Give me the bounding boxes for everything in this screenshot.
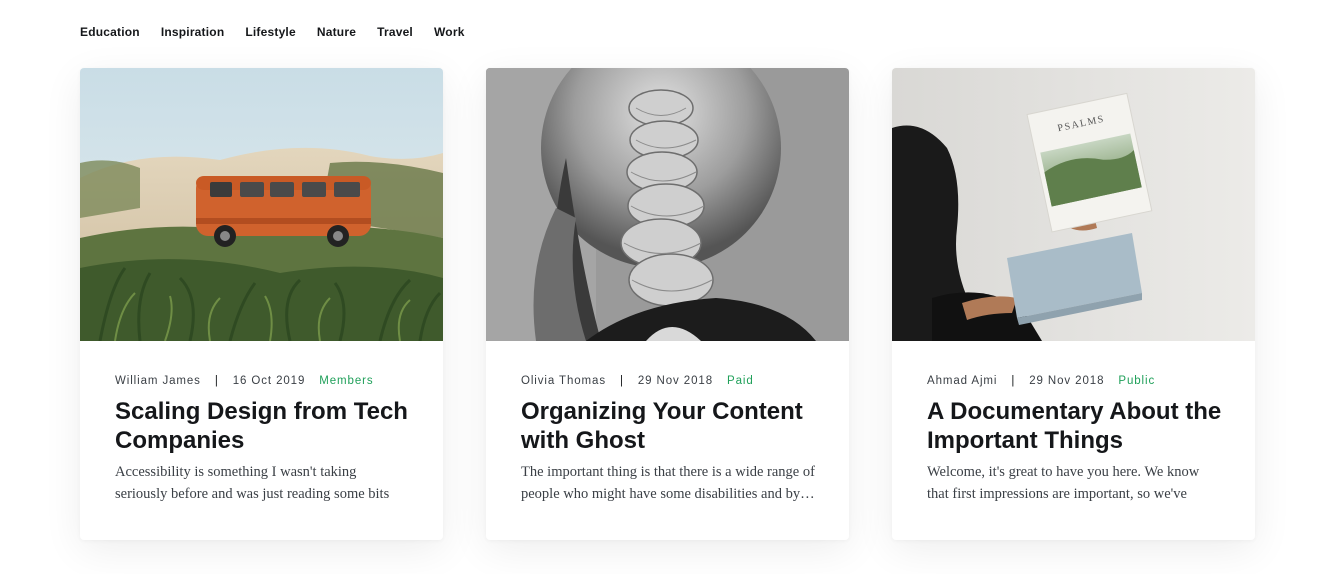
post-meta: Ahmad Ajmi | 29 Nov 2018 Public [927,375,1155,387]
post-visibility-badge: Public [1118,375,1156,387]
tag-navigation: Education Inspiration Lifestyle Nature T… [80,24,465,40]
post-author[interactable]: Olivia Thomas [521,375,606,387]
post-meta: Olivia Thomas | 29 Nov 2018 Paid [521,375,754,387]
post-excerpt: Welcome, it's great to have you here. We… [927,464,1200,502]
post-date: 29 Nov 2018 [637,375,713,387]
post-excerpt: The important thing is that there is a w… [521,464,815,502]
post-author[interactable]: William James [115,375,201,387]
post-meta: William James | 16 Oct 2019 Members [115,375,374,387]
post-author[interactable]: Ahmad Ajmi [927,375,997,387]
post-image-van[interactable] [80,68,443,341]
nav-item-nature[interactable]: Nature [317,24,356,40]
meta-separator: | [214,375,219,387]
nav-item-travel[interactable]: Travel [377,24,413,40]
nav-item-education[interactable]: Education [80,24,140,40]
meta-separator: | [1011,375,1016,387]
post-visibility-badge: Members [319,375,374,387]
post-card[interactable]: William James | 16 Oct 2019 Members Scal… [80,68,443,540]
post-date: 29 Nov 2018 [1029,375,1105,387]
post-excerpt: Accessibility is something I wasn't taki… [115,464,390,502]
post-visibility-badge: Paid [727,375,754,387]
post-card[interactable]: Olivia Thomas | 29 Nov 2018 Paid Organiz… [486,68,849,540]
nav-item-lifestyle[interactable]: Lifestyle [245,24,296,40]
post-title[interactable]: A Documentary About the Important Things [927,397,1227,455]
nav-item-inspiration[interactable]: Inspiration [161,24,225,40]
meta-separator: | [619,375,624,387]
nav-item-work[interactable]: Work [434,24,465,40]
post-image-books[interactable]: PSALMS [892,68,1255,341]
post-title[interactable]: Scaling Design from Tech Companies [115,397,415,455]
post-title[interactable]: Organizing Your Content with Ghost [521,397,821,455]
post-card[interactable]: PSALMS Ahmad Ajmi | 29 Nov 2018 Public A… [892,68,1255,540]
post-image-hair[interactable] [486,68,849,341]
post-date: 16 Oct 2019 [232,375,306,387]
